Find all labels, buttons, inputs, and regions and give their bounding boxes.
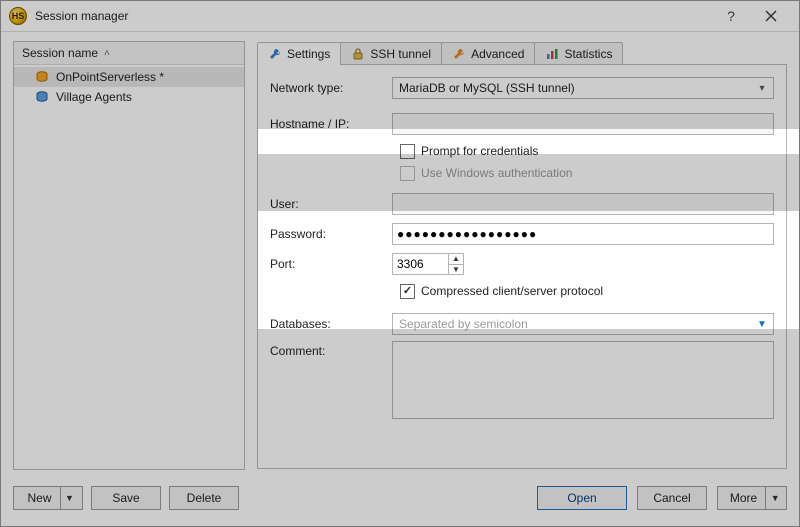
row-windows-auth: Use Windows authentication [400,163,774,183]
spin-up-icon[interactable]: ▲ [449,254,463,265]
barchart-icon [545,47,559,61]
db-blue-icon [34,89,50,105]
label-user: User: [270,197,392,211]
port-spin-buttons[interactable]: ▲ ▼ [448,253,464,275]
password-input[interactable] [392,223,774,245]
label-prompt-credentials: Prompt for credentials [421,144,538,158]
label-network-type: Network type: [270,81,392,95]
tab-statistics[interactable]: Statistics [534,42,623,65]
delete-button[interactable]: Delete [169,486,239,510]
row-compressed: Compressed client/server protocol [400,281,774,301]
row-comment: Comment: [270,341,774,419]
open-button[interactable]: Open [537,486,627,510]
row-user: User: [270,191,774,217]
window-title: Session manager [35,9,128,23]
wrench-icon [268,47,282,61]
session-item-onpointserverless[interactable]: OnPointServerless * [14,67,244,87]
session-item-label: OnPointServerless * [56,70,164,84]
wrench2-icon [452,47,466,61]
label-compressed: Compressed client/server protocol [421,284,603,298]
close-button[interactable] [749,1,793,31]
row-databases: Databases: Separated by semicolon ▼ [270,311,774,337]
spin-down-icon[interactable]: ▼ [449,265,463,275]
tab-label: SSH tunnel [370,47,431,61]
cancel-button[interactable]: Cancel [637,486,707,510]
session-list: OnPointServerless * Village Agents [14,65,244,109]
tab-label: Advanced [471,47,524,61]
row-password: Password: [270,221,774,247]
dropdown-blue-icon[interactable]: ▼ [754,316,770,332]
windows-auth-checkbox [400,166,415,181]
tab-settings[interactable]: Settings [257,42,341,65]
label-hostname: Hostname / IP: [270,117,392,131]
save-button[interactable]: Save [91,486,161,510]
more-button[interactable]: More ▼ [717,486,787,510]
chevron-down-icon[interactable]: ▼ [765,487,784,509]
label-password: Password: [270,227,392,241]
dialog-body: Session name ˄ OnPointServerless * Villa… [1,31,799,526]
session-list-header[interactable]: Session name ˄ [14,42,244,65]
comment-textarea[interactable] [392,341,774,419]
session-item-villageagents[interactable]: Village Agents [14,87,244,107]
lock-icon [351,47,365,61]
network-type-select[interactable]: MariaDB or MySQL (SSH tunnel) ▾ [392,77,774,99]
row-prompt-credentials: Prompt for credentials [400,141,774,161]
row-port: Port: ▲ ▼ [270,251,774,277]
compressed-checkbox[interactable] [400,284,415,299]
label-windows-auth: Use Windows authentication [421,166,572,180]
help-button[interactable]: ? [713,1,749,31]
network-type-value: MariaDB or MySQL (SSH tunnel) [399,81,575,95]
chevron-down-icon[interactable]: ▼ [60,487,79,509]
label-port: Port: [270,257,392,271]
tab-label: Settings [287,47,330,61]
databases-placeholder: Separated by semicolon [399,317,528,331]
row-network-type: Network type: MariaDB or MySQL (SSH tunn… [270,75,774,101]
new-button[interactable]: New ▼ [13,486,83,510]
user-input[interactable] [392,193,774,215]
session-list-header-label: Session name [22,46,98,60]
row-hostname: Hostname / IP: [270,111,774,137]
tab-ssh-tunnel[interactable]: SSH tunnel [340,42,442,65]
db-orange-icon [34,69,50,85]
more-button-label: More [730,491,757,505]
tab-label: Statistics [564,47,612,61]
new-button-label: New [27,491,51,505]
app-icon: HS [9,7,27,25]
hostname-input[interactable] [392,113,774,135]
prompt-credentials-checkbox[interactable] [400,144,415,159]
tabbar: Settings SSH tunnel Advanced [257,41,787,65]
label-databases: Databases: [270,317,392,331]
settings-pane: Settings SSH tunnel Advanced [257,41,787,470]
label-comment: Comment: [270,341,392,358]
sort-asc-icon: ˄ [104,48,110,59]
bottom-button-bar: New ▼ Save Delete Open Cancel More ▼ [13,482,787,514]
close-icon [765,10,777,22]
chevron-down-icon: ▾ [754,80,770,96]
databases-input-wrapper[interactable]: Separated by semicolon ▼ [392,313,774,335]
settings-tab-body: Network type: MariaDB or MySQL (SSH tunn… [257,64,787,469]
titlebar: HS Session manager ? [1,1,799,32]
settings-form: Network type: MariaDB or MySQL (SSH tunn… [270,75,774,458]
session-list-pane: Session name ˄ OnPointServerless * Villa… [13,41,245,470]
session-item-label: Village Agents [56,90,132,104]
port-stepper[interactable]: ▲ ▼ [392,253,464,275]
tab-advanced[interactable]: Advanced [441,42,535,65]
port-input[interactable] [392,253,448,275]
session-manager-window: HS Session manager ? Session name ˄ OnPo… [0,0,800,527]
